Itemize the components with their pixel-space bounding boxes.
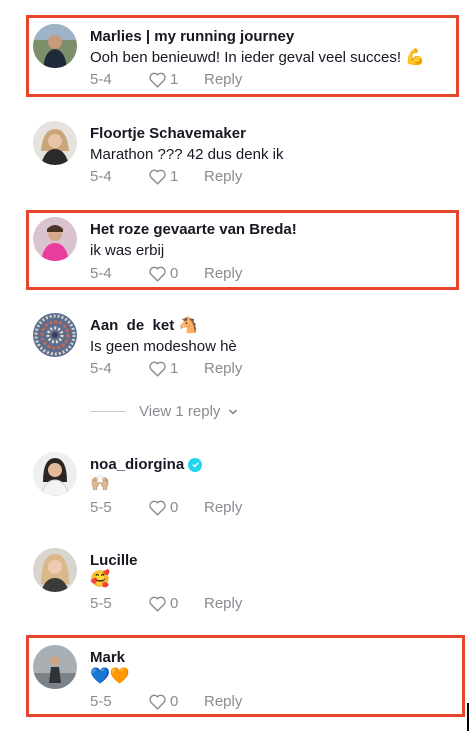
highlight-box — [26, 15, 459, 97]
view-replies-button[interactable]: View 1 reply — [90, 403, 238, 420]
comment-meta: 5-5 0 Reply — [90, 499, 242, 516]
like-count: 1 — [170, 168, 179, 185]
heart-icon — [149, 596, 166, 612]
username[interactable]: Lucille — [90, 552, 138, 569]
heart-icon — [149, 361, 166, 377]
reply-button[interactable]: Reply — [204, 499, 242, 516]
like-button[interactable]: 1 — [148, 360, 204, 377]
comment-text: Is geen modeshow hè — [90, 338, 237, 355]
username[interactable]: Floortje Schavemaker — [90, 125, 246, 142]
text-cursor — [467, 703, 469, 731]
heart-icon — [149, 500, 166, 516]
comment-item: Aan de ket 🐴 Is geen modeshow hè 5-4 1 Re… — [0, 289, 472, 385]
avatar[interactable] — [33, 313, 77, 357]
comment-date: 5-4 — [90, 360, 112, 377]
reply-button[interactable]: Reply — [204, 168, 242, 185]
avatar[interactable] — [33, 548, 77, 592]
like-button[interactable]: 0 — [148, 499, 204, 516]
comment-date: 5-5 — [90, 595, 112, 612]
reply-button[interactable]: Reply — [204, 595, 242, 612]
comment-item: noa_diorgina 🙌🏼 5-5 0 Reply — [0, 428, 472, 524]
comment-item: Lucille 🥰 5-5 0 Reply — [0, 524, 472, 620]
chevron-down-icon — [229, 408, 238, 415]
highlight-box — [26, 635, 465, 717]
like-count: 0 — [170, 499, 179, 516]
like-count: 0 — [170, 595, 179, 612]
comment-text: 🥰 — [90, 571, 110, 588]
avatar[interactable] — [33, 121, 77, 165]
comment-item: Floortje Schavemaker Marathon ??? 42 dus… — [0, 97, 472, 193]
comment-text: 🙌🏼 — [90, 475, 110, 492]
comment-date: 5-5 — [90, 499, 112, 516]
highlight-box — [26, 210, 459, 290]
comment-meta: 5-4 1 Reply — [90, 168, 242, 185]
view-replies-label: View 1 reply — [139, 403, 221, 420]
comment-meta: 5-5 0 Reply — [90, 595, 242, 612]
comment-date: 5-4 — [90, 168, 112, 185]
heart-icon — [149, 169, 166, 185]
username[interactable]: Aan de ket 🐴 — [90, 317, 198, 334]
comment-text: Marathon ??? 42 dus denk ik — [90, 146, 284, 163]
divider — [90, 411, 126, 412]
comment-meta: 5-4 1 Reply — [90, 360, 242, 377]
like-count: 1 — [170, 360, 179, 377]
verified-badge-icon — [188, 457, 203, 472]
like-button[interactable]: 1 — [148, 168, 204, 185]
reply-button[interactable]: Reply — [204, 360, 242, 377]
username[interactable]: noa_diorgina — [90, 456, 203, 473]
like-button[interactable]: 0 — [148, 595, 204, 612]
avatar[interactable] — [33, 452, 77, 496]
